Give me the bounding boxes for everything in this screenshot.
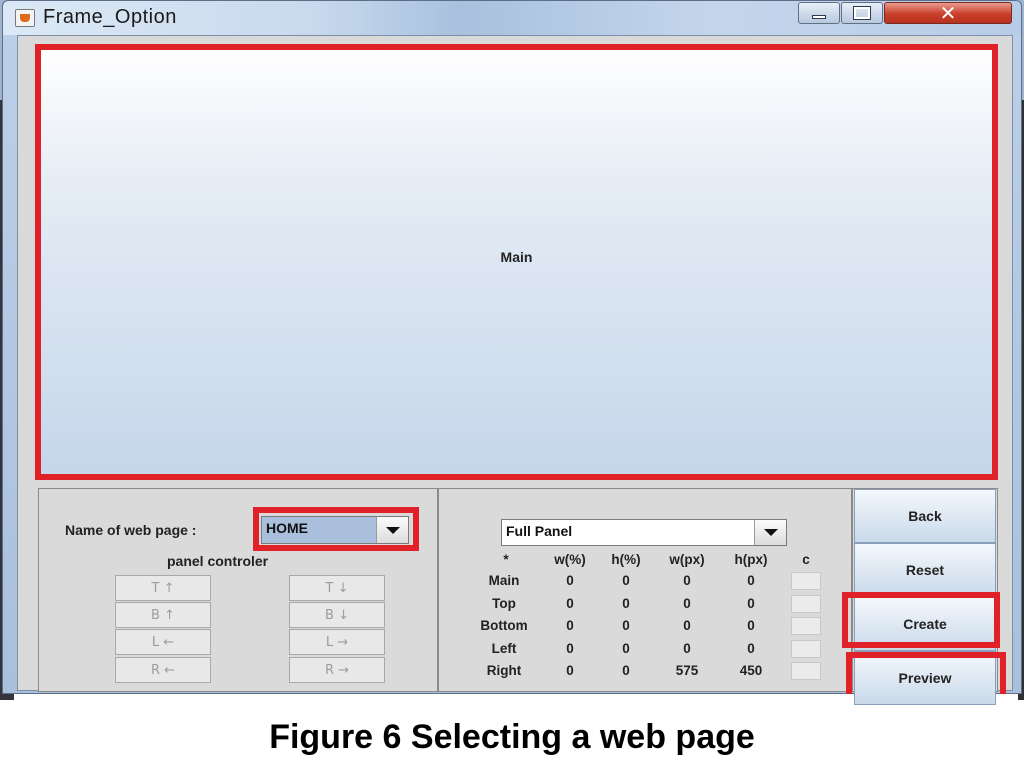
close-button[interactable]: ✕ — [884, 2, 1012, 24]
column-header: w(%) — [554, 552, 586, 567]
table-cell: 0 — [747, 573, 755, 588]
table-cell: 0 — [747, 640, 755, 656]
back-button[interactable]: Back — [854, 489, 996, 543]
table-cell: 0 — [566, 573, 574, 588]
column-header: h(px) — [734, 552, 768, 567]
left-left-button[interactable]: L ← — [115, 629, 211, 655]
table-cell: 450 — [739, 663, 763, 678]
panel-type-select[interactable]: Full Panel — [501, 519, 787, 546]
table-cell: 0 — [566, 618, 574, 633]
color-swatch[interactable] — [791, 572, 821, 590]
reset-button[interactable]: Reset — [854, 543, 996, 597]
right-left-button[interactable]: R ← — [115, 657, 211, 683]
table-cell: 0 — [622, 595, 630, 611]
color-swatch[interactable] — [791, 617, 821, 635]
chevron-down-icon — [763, 529, 778, 536]
web-page-select-highlight — [253, 507, 419, 551]
panel-type-select-arrow[interactable] — [754, 520, 786, 545]
table-cell: 0 — [622, 663, 630, 678]
preview-button-highlight — [846, 652, 1006, 694]
column-header: h(%) — [611, 552, 641, 567]
minimize-button[interactable] — [798, 2, 840, 24]
table-cell: 0 — [622, 640, 630, 656]
table-cell: 0 — [747, 618, 755, 633]
table-cell: 0 — [683, 573, 691, 588]
table-cell: 0 — [622, 573, 630, 588]
panel-size-panel: Full Panel * w(%) h(%) w(px) h(px) c Mai… — [438, 488, 852, 692]
web-page-name-label: Name of web page : — [65, 522, 197, 538]
main-panel[interactable]: Main — [35, 44, 998, 480]
frame-option-window: Frame_Option ✕ Main Name of web page : H… — [2, 0, 1022, 705]
column-header: w(px) — [669, 552, 705, 567]
top-down-button[interactable]: T ↓ — [289, 575, 385, 601]
table-cell: 0 — [683, 618, 691, 633]
panel-type-select-value: Full Panel — [506, 523, 573, 539]
title-bar[interactable]: Frame_Option ✕ — [3, 1, 1021, 35]
maximize-icon — [853, 6, 871, 20]
create-button-highlight — [842, 592, 1000, 648]
row-name-cell: Left — [491, 640, 517, 656]
maximize-button[interactable] — [841, 2, 883, 24]
bottom-down-button[interactable]: B ↓ — [289, 602, 385, 628]
minimize-icon — [812, 15, 826, 19]
table-cell: 0 — [566, 663, 574, 678]
window-title: Frame_Option — [43, 6, 177, 28]
color-swatch[interactable] — [791, 594, 821, 613]
table-cell: 0 — [622, 618, 630, 633]
table-cell: 0 — [566, 595, 574, 611]
color-swatch[interactable] — [791, 639, 821, 658]
row-name-cell: Right — [486, 663, 522, 678]
table-cell: 575 — [675, 663, 699, 678]
table-cell: 0 — [566, 640, 574, 656]
table-cell: 0 — [683, 595, 691, 611]
color-swatch[interactable] — [791, 662, 821, 680]
figure-caption: Figure 6 Selecting a web page — [269, 718, 755, 756]
row-name-cell: Top — [492, 595, 516, 611]
java-app-icon — [15, 9, 35, 27]
column-header: * — [503, 552, 509, 567]
close-icon: ✕ — [939, 1, 957, 25]
right-right-button[interactable]: R → — [289, 657, 385, 683]
table-cell: 0 — [683, 640, 691, 656]
web-page-panel: Name of web page : HOME panel controler … — [38, 488, 438, 692]
row-name-cell: Main — [488, 573, 520, 588]
column-header: c — [802, 552, 810, 567]
row-name-cell: Bottom — [480, 618, 528, 633]
bottom-up-button[interactable]: B ↑ — [115, 602, 211, 628]
main-panel-label: Main — [500, 249, 533, 265]
top-up-button[interactable]: T ↑ — [115, 575, 211, 601]
panel-controller-title: panel controler — [167, 553, 269, 569]
table-cell: 0 — [747, 595, 755, 611]
left-right-button[interactable]: L → — [289, 629, 385, 655]
